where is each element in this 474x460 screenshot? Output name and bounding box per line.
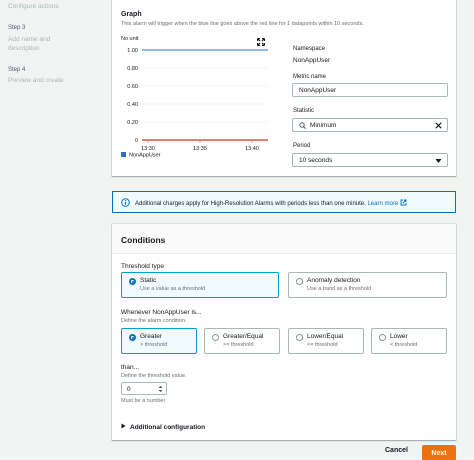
threshold-type-static[interactable]: Static Use a value as a threshold: [121, 272, 279, 298]
period-label: Period: [293, 143, 311, 149]
wizard-navigation: Configure actions Step 3 Add name and de…: [0, 0, 100, 460]
conditions-header: Conditions: [112, 224, 456, 254]
nav-step3-label: Step 3: [8, 25, 26, 31]
metric-name-value: NonAppUser: [299, 87, 337, 94]
greater-equal-label: Greater/Equal: [223, 333, 264, 340]
y-axis-label: No unit: [121, 36, 139, 42]
anomaly-radio[interactable]: [296, 278, 303, 285]
whenever-desc: Define the alarm condition.: [121, 318, 187, 324]
x-axis: 13:30 13:35 13:40: [141, 140, 259, 152]
expand-icon[interactable]: [257, 38, 265, 46]
anomaly-desc: Use a band as a threshold: [307, 286, 372, 292]
series-lines: [142, 49, 268, 141]
x-tick-label: 13:40: [245, 146, 259, 152]
caret-right-icon: [121, 423, 126, 429]
cancel-button[interactable]: Cancel: [385, 447, 408, 454]
info-icon: [121, 198, 130, 207]
metric-name-label: Metric name: [293, 74, 327, 80]
operator-lower[interactable]: Lower < threshold: [371, 328, 447, 354]
nav-step4-title[interactable]: Preview and create: [8, 76, 64, 85]
threshold-value-input[interactable]: 0: [121, 382, 167, 395]
greater-equal-radio[interactable]: [212, 334, 219, 341]
static-desc: Use a value as a threshold: [140, 286, 206, 292]
y-grid: 0 0.20 0.40 0.60 0.80 1.00: [127, 48, 268, 144]
statistic-input[interactable]: Minimum: [292, 118, 448, 132]
y-tick-label: 0.60: [127, 84, 138, 90]
nav-step3-title[interactable]: Add name and description: [8, 35, 68, 53]
threshold-hint: Must be a number: [121, 398, 166, 404]
lower-desc: < threshold: [390, 342, 418, 348]
lower-label: Lower: [390, 333, 408, 340]
static-label: Static: [140, 277, 157, 284]
statistic-value: Minimum: [310, 122, 337, 129]
external-link-icon: [400, 199, 407, 206]
than-label: than...: [121, 364, 140, 371]
lower-equal-radio[interactable]: [296, 334, 303, 341]
threshold-value: 0: [127, 385, 131, 393]
conditions-title: Conditions: [121, 235, 166, 245]
threshold-type-anomaly[interactable]: Anomaly detection Use a band as a thresh…: [288, 272, 447, 298]
alarm-graph: No unit 0 0.20 0.40 0.60 0.80 1.00 13:30 13:35…: [121, 36, 268, 159]
anomaly-label: Anomaly detection: [307, 277, 361, 284]
alert-message: Additional charges apply for High-Resolu…: [135, 199, 407, 207]
threshold-type-label: Threshold type: [121, 263, 164, 270]
nav-configure-actions[interactable]: Configure actions: [8, 2, 59, 11]
next-button[interactable]: Next: [422, 445, 456, 460]
legend-label: NonAppUser: [129, 153, 161, 159]
statistic-label: Statistic: [293, 108, 315, 114]
static-radio[interactable]: [129, 278, 136, 285]
y-tick-label: 0.80: [127, 66, 138, 72]
namespace-value: NonAppUser: [293, 57, 331, 64]
greater-desc: > threshold: [140, 342, 168, 348]
conditions-panel: Conditions Threshold type Static Use a v…: [112, 224, 456, 440]
metric-panel: Graph This alarm will trigger when the b…: [112, 0, 456, 176]
alert-text: Additional charges apply for High-Resolu…: [135, 201, 366, 207]
x-tick-label: 13:30: [141, 146, 155, 152]
search-icon: [299, 122, 306, 129]
learn-more-link[interactable]: Learn more: [367, 199, 407, 207]
graph-title: Graph: [121, 11, 142, 18]
y-tick-label: 1.00: [127, 48, 138, 54]
lower-radio[interactable]: [379, 334, 386, 341]
period-select[interactable]: 10 seconds: [292, 153, 448, 167]
x-tick-label: 13:35: [193, 146, 207, 152]
metric-name-input[interactable]: NonAppUser: [292, 83, 448, 97]
operator-greater[interactable]: Greater > threshold: [121, 328, 197, 354]
high-resolution-info-alert: Additional charges apply for High-Resolu…: [112, 191, 456, 213]
clear-icon[interactable]: [435, 122, 442, 129]
whenever-label: Whenever NonAppUser is...: [121, 309, 202, 316]
greater-label: Greater: [140, 333, 163, 340]
greater-radio[interactable]: [129, 334, 136, 341]
y-tick-label: 0.20: [127, 120, 138, 126]
than-desc: Define the threshold value.: [121, 373, 187, 379]
learn-more-label: Learn more: [367, 201, 399, 207]
y-tick-label: 0.40: [127, 102, 138, 108]
y-tick-label: 0: [135, 138, 138, 144]
lower-equal-desc: <= threshold: [307, 342, 338, 348]
namespace-label: Namespace: [293, 46, 326, 52]
greater-equal-desc: >= threshold: [223, 342, 254, 348]
operator-greater-equal[interactable]: Greater/Equal >= threshold: [204, 328, 280, 354]
legend-swatch: [121, 152, 126, 157]
additional-configuration-label: Additional configuration: [130, 424, 206, 431]
additional-configuration-toggle[interactable]: Additional configuration: [121, 423, 205, 431]
chevron-down-icon: [435, 159, 442, 163]
nav-step4-label: Step 4: [8, 67, 26, 73]
graph-description: This alarm will trigger when the blue li…: [121, 21, 364, 27]
period-value: 10 seconds: [299, 157, 333, 164]
stepper-icon[interactable]: [158, 385, 163, 393]
operator-lower-equal[interactable]: Lower/Equal <= threshold: [288, 328, 364, 354]
lower-equal-label: Lower/Equal: [307, 333, 344, 340]
